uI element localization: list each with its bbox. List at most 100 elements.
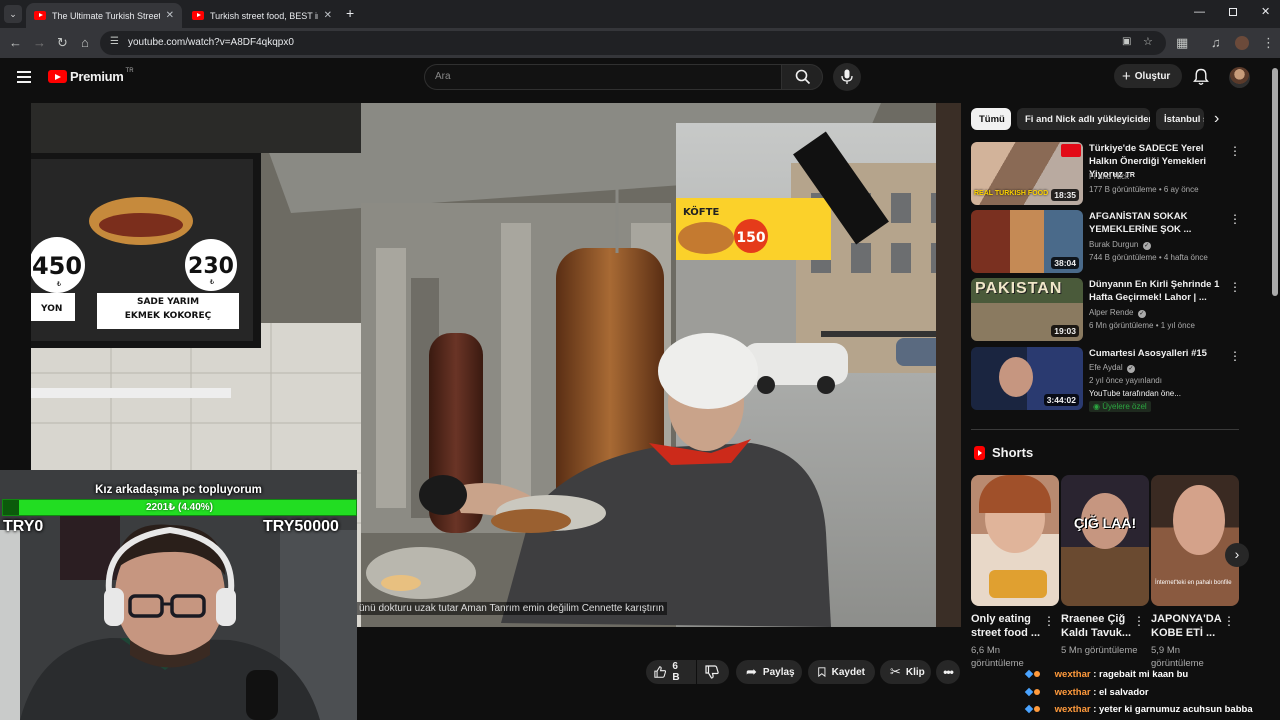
chat-message: wexthar : yeter ki garnumuz acuhsun babb… xyxy=(1024,704,1253,715)
cast-icon[interactable]: ▣ xyxy=(1122,36,1131,47)
address-bar[interactable]: ☰ youtube.com/watch?v=A8DF4qkqpx0 ▣ ☆ xyxy=(100,31,1166,55)
browser-menu-icon[interactable]: ⋮ xyxy=(1262,35,1275,51)
browser-tab-active[interactable]: The Ultimate Turkish Street Food ✕ xyxy=(26,3,182,28)
user-avatar[interactable] xyxy=(1229,67,1250,88)
chip-label: Fi and Nick adlı yükleyiciden xyxy=(1025,113,1150,125)
video-thumbnail[interactable]: 38:04 xyxy=(971,210,1083,273)
channel-name[interactable]: Fi and Nick xyxy=(1089,172,1129,181)
restore-button[interactable] xyxy=(1229,8,1237,16)
chat-text: : ragebait mi kaan bu xyxy=(1093,669,1189,680)
shorts-next-button[interactable]: › xyxy=(1225,543,1249,567)
thumbnail-text: PAKISTAN xyxy=(975,280,1063,297)
forward-icon[interactable]: → xyxy=(33,35,46,51)
close-icon[interactable]: ✕ xyxy=(324,10,332,21)
more-vertical-icon[interactable]: ⋮ xyxy=(1043,614,1055,628)
clip-button[interactable]: ✂ Klip xyxy=(880,660,931,684)
youtube-premium-logo[interactable]: Premium TR xyxy=(48,68,134,84)
more-vertical-icon[interactable]: ⋮ xyxy=(1223,614,1235,628)
share-button[interactable]: ➦ Paylaş xyxy=(736,660,802,684)
voice-search-button[interactable] xyxy=(833,63,861,91)
chip-label: Tümü xyxy=(979,113,1005,125)
thumbnail-text: REAL TURKISH FOOD xyxy=(974,190,1049,197)
short-thumbnail[interactable] xyxy=(971,475,1059,606)
recommended-video[interactable]: 3:44:02 Cumartesi Asosyalleri #15 Efe Ay… xyxy=(971,347,1251,417)
chip-istanbul[interactable]: İstanbul s xyxy=(1156,108,1204,130)
video-thumbnail[interactable]: 3:44:02 xyxy=(971,347,1083,410)
more-vertical-icon[interactable]: ⋮ xyxy=(1229,280,1241,294)
like-button[interactable]: 6 B xyxy=(646,660,696,684)
chat-username: wexthar xyxy=(1054,704,1091,715)
profile-avatar[interactable] xyxy=(1235,36,1249,50)
back-icon[interactable]: ← xyxy=(9,35,22,51)
bookmark-star-icon[interactable]: ☆ xyxy=(1143,35,1153,48)
recommended-video[interactable]: PAKISTAN 19:03 Dünyanın En Kirli Şehrind… xyxy=(971,278,1251,342)
video-meta: 6 Mn görüntüleme • 1 yıl önce xyxy=(1089,321,1195,330)
video-title: Cumartesi Asosyalleri #15 xyxy=(1089,348,1207,359)
browser-tab[interactable]: Turkish street food, BEST in the ✕ xyxy=(184,3,340,28)
chip-all[interactable]: Tümü xyxy=(971,108,1011,130)
short-thumbnail[interactable]: ÇIĞ LAA! xyxy=(1061,475,1149,606)
bookmark-icon xyxy=(818,667,826,678)
url-text: youtube.com/watch?v=A8DF4qkqpx0 xyxy=(128,37,294,48)
close-window-button[interactable]: ✕ xyxy=(1261,5,1270,18)
video-thumbnail[interactable]: PAKISTAN 19:03 xyxy=(971,278,1083,341)
chevron-right-icon[interactable]: › xyxy=(1214,110,1219,128)
short-food xyxy=(989,570,1047,598)
short-thumb-text: İnternet'teki en pahalı bonfile xyxy=(1155,580,1232,586)
tab-search-icon[interactable]: ⌄ xyxy=(4,5,22,23)
channel-name[interactable]: Burak Durgun ✓ xyxy=(1089,240,1151,250)
new-tab-button[interactable]: + xyxy=(346,5,354,21)
short-thumbnail[interactable]: İnternet'teki en pahalı bonfile xyxy=(1151,475,1239,606)
shop-price-text: 150 xyxy=(736,230,765,246)
hamburger-menu-icon[interactable] xyxy=(17,71,31,83)
members-only-badge: ◉ Üyelere özel xyxy=(1089,401,1151,412)
chat-badges-icon xyxy=(1024,687,1052,698)
short-views: 5,9 Mn görüntüleme xyxy=(1151,645,1204,669)
video-meta: 744 B görüntüleme • 4 hafta önce xyxy=(1089,253,1208,262)
chat-badges-icon xyxy=(1024,669,1052,680)
short-views: 5 Mn görüntüleme xyxy=(1061,645,1138,656)
recommended-video[interactable]: 38:04 AFGANİSTAN SOKAK YEMEKLERİNE ŞOK .… xyxy=(971,210,1251,274)
sign-left-label: YON xyxy=(40,304,62,314)
recommended-video[interactable]: REAL TURKISH FOOD 18:35 Türkiye'de SADEC… xyxy=(971,142,1251,206)
scrollbar-thumb[interactable] xyxy=(1272,68,1278,296)
video-title: Dünyanın En Kirli Şehrinde 1 Hafta Geçir… xyxy=(1089,279,1220,303)
chip-from-uploader[interactable]: Fi and Nick adlı yükleyiciden xyxy=(1017,108,1150,130)
youtube-header: Premium TR Ara + Oluştur xyxy=(0,58,1270,98)
short-title[interactable]: Rraenee Çiğ Kaldı Tavuk... xyxy=(1061,612,1139,640)
featured-by-youtube: YouTube tarafından öne... xyxy=(1089,389,1181,398)
more-vertical-icon[interactable]: ⋮ xyxy=(1229,144,1241,158)
reload-icon[interactable]: ↻ xyxy=(57,35,68,51)
channel-name[interactable]: Efe Aydal ✓ xyxy=(1089,363,1135,373)
more-vertical-icon[interactable]: ⋮ xyxy=(1133,614,1145,628)
close-icon[interactable]: ✕ xyxy=(166,10,174,21)
search-button[interactable] xyxy=(781,64,823,90)
short-title[interactable]: JAPONYA'DA KOBE ETİ ... xyxy=(1151,612,1229,640)
channel-name[interactable]: Alper Rende ✓ xyxy=(1089,308,1146,318)
chat-username: wexthar xyxy=(1054,687,1091,698)
create-button[interactable]: + Oluştur xyxy=(1114,64,1182,88)
verified-check-icon: ✓ xyxy=(1137,310,1146,318)
media-control-icon[interactable]: ♫ xyxy=(1211,35,1221,51)
more-actions-button[interactable]: ••• xyxy=(936,660,960,684)
minimize-button[interactable]: — xyxy=(1194,6,1205,18)
video-thumbnail[interactable]: REAL TURKISH FOOD 18:35 xyxy=(971,142,1083,205)
microphone-icon xyxy=(841,69,853,84)
home-icon[interactable]: ⌂ xyxy=(81,35,89,51)
more-vertical-icon[interactable]: ⋮ xyxy=(1229,349,1241,363)
save-button[interactable]: Kaydet xyxy=(808,660,875,684)
more-vertical-icon[interactable]: ⋮ xyxy=(1229,212,1241,226)
search-input[interactable]: Ara xyxy=(424,64,781,90)
sign-currency-left: ₺ xyxy=(57,281,62,288)
short-title[interactable]: Only eating street food ... xyxy=(971,612,1049,640)
video-duration: 18:35 xyxy=(1051,189,1079,201)
browser-toolbar: ← → ↻ ⌂ ☰ youtube.com/watch?v=A8DF4qkqpx… xyxy=(0,28,1280,58)
shorts-heading: Shorts xyxy=(992,445,1034,460)
extensions-icon[interactable]: ▦ xyxy=(1176,35,1188,51)
site-info-icon[interactable]: ☰ xyxy=(110,36,119,47)
shorts-header: Shorts xyxy=(974,445,1033,460)
youtube-favicon-icon xyxy=(192,11,204,20)
dislike-button[interactable] xyxy=(697,660,729,684)
notifications-bell-icon[interactable] xyxy=(1193,68,1209,86)
page-scrollbar[interactable] xyxy=(1270,58,1280,720)
